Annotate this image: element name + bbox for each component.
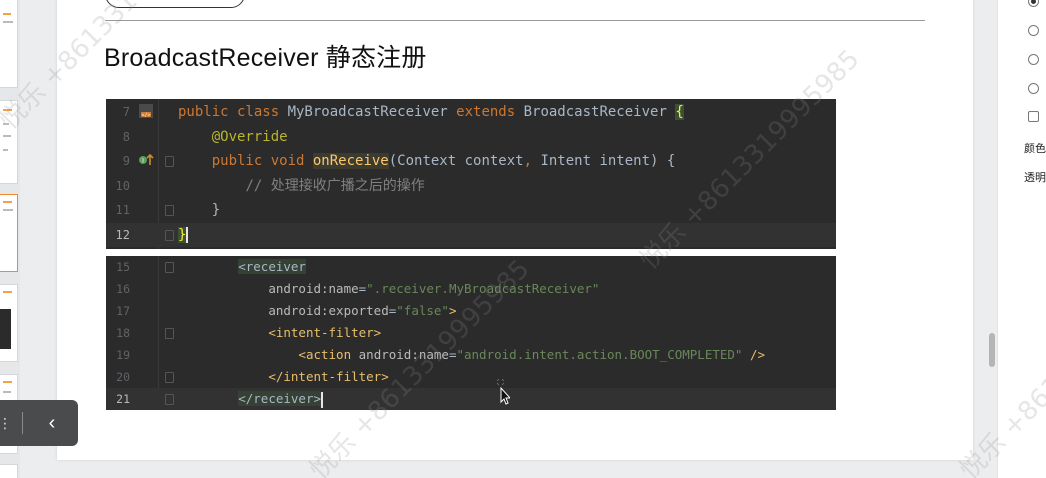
xml-code-block: 15 <receiver 16 android:name=".receiver.M… bbox=[106, 256, 836, 410]
line-number: 16 bbox=[116, 282, 130, 296]
opacity-label: 透明 bbox=[1024, 171, 1046, 184]
code-text: <receiver bbox=[238, 259, 306, 274]
line-number: 21 bbox=[116, 392, 130, 406]
code-line: 11 } bbox=[106, 198, 836, 222]
slide-title: BroadcastReceiver 静态注册 bbox=[104, 44, 427, 72]
code-text: android:exported="false"> bbox=[268, 303, 457, 318]
vertical-scrollbar-thumb[interactable] bbox=[989, 333, 995, 367]
code-line: 10 // 处理接收广播之后的操作 bbox=[106, 174, 836, 198]
text-caret bbox=[321, 391, 324, 408]
code-line: 18 <intent-filter> bbox=[106, 322, 836, 344]
code-line: 20 </intent-filter> bbox=[106, 366, 836, 388]
slide-thumbnail[interactable] bbox=[0, 100, 18, 184]
code-text: public class MyBroadcastReceiver extends… bbox=[178, 104, 684, 120]
code-line: 12} bbox=[106, 223, 836, 247]
code-text: @Override bbox=[211, 128, 288, 145]
line-number: 18 bbox=[116, 326, 130, 340]
fold-marker-icon[interactable] bbox=[165, 327, 174, 339]
code-text: </intent-filter> bbox=[268, 369, 389, 384]
code-text: android:name=".receiver.MyBroadcastRecei… bbox=[268, 281, 600, 296]
code-text: } bbox=[178, 202, 221, 219]
fold-marker-icon[interactable] bbox=[165, 371, 174, 383]
line-number: 8 bbox=[122, 129, 130, 144]
fold-marker-icon[interactable] bbox=[165, 155, 174, 167]
slide-thumbnail-active[interactable] bbox=[0, 194, 18, 272]
code-text: <action android:name="android.intent.act… bbox=[298, 347, 766, 362]
code-line: 15 <receiver bbox=[106, 256, 836, 278]
header-pill-shape bbox=[105, 0, 245, 8]
previous-slide-icon[interactable]: ‹ bbox=[40, 411, 64, 435]
line-number: 9 bbox=[122, 154, 130, 169]
code-text: } bbox=[178, 227, 189, 243]
mouse-pointer-icon bbox=[496, 379, 510, 405]
slide-thumbnail[interactable] bbox=[0, 0, 18, 88]
slide-thumbnail[interactable] bbox=[0, 464, 18, 478]
header-divider bbox=[105, 20, 925, 21]
code-line: 21 </receiver> bbox=[106, 388, 836, 410]
line-number: 15 bbox=[116, 260, 130, 274]
nav-divider bbox=[22, 412, 23, 434]
text-caret bbox=[186, 227, 189, 243]
fold-marker-icon[interactable] bbox=[165, 393, 174, 405]
fold-marker-icon[interactable] bbox=[165, 205, 174, 217]
fill-option-radio-selected[interactable] bbox=[1028, 0, 1039, 7]
code-text: // 处理接收广播之后的操作 bbox=[245, 177, 425, 194]
code-text: public void onReceive(Context context, I… bbox=[211, 153, 676, 170]
java-code-block: </> I 7 public class MyBroadcastReceiver … bbox=[106, 99, 836, 249]
line-number: 7 bbox=[122, 105, 130, 119]
code-line: 19 <action android:name="android.intent.… bbox=[106, 344, 836, 366]
code-line: 16 android:name=".receiver.MyBroadcastRe… bbox=[106, 278, 836, 300]
fill-option-checkbox[interactable] bbox=[1028, 111, 1039, 122]
fill-option-radio[interactable] bbox=[1028, 83, 1039, 94]
code-line: 9 public void onReceive(Context context,… bbox=[106, 149, 836, 173]
slide-thumbnail[interactable] bbox=[0, 284, 18, 362]
line-number: 17 bbox=[116, 304, 130, 318]
code-line: 8 @Override bbox=[106, 125, 836, 149]
line-number: 12 bbox=[115, 228, 130, 242]
code-line: 17 android:exported="false"> bbox=[106, 300, 836, 322]
slide-canvas[interactable]: BroadcastReceiver 静态注册 </> I 7 public cla… bbox=[57, 0, 973, 460]
code-text: </receiver> bbox=[238, 391, 324, 408]
fill-option-radio[interactable] bbox=[1028, 54, 1039, 65]
code-text: <intent-filter> bbox=[268, 325, 382, 340]
code-line: 7 public class MyBroadcastReceiver extend… bbox=[106, 100, 836, 124]
line-number: 11 bbox=[115, 203, 130, 218]
fill-option-radio[interactable] bbox=[1028, 25, 1039, 36]
slide-navigation-pill: ⋮ ‹ bbox=[0, 400, 78, 446]
nav-more-handle[interactable]: ⋮ bbox=[0, 413, 12, 433]
fold-marker-icon[interactable] bbox=[165, 229, 174, 241]
color-label: 颜色 bbox=[1024, 142, 1046, 155]
fold-marker-icon[interactable] bbox=[165, 261, 174, 273]
line-number: 20 bbox=[116, 370, 130, 384]
line-number: 10 bbox=[115, 178, 130, 193]
line-number: 19 bbox=[116, 348, 130, 362]
properties-panel: 颜色 透明 bbox=[997, 0, 1046, 478]
